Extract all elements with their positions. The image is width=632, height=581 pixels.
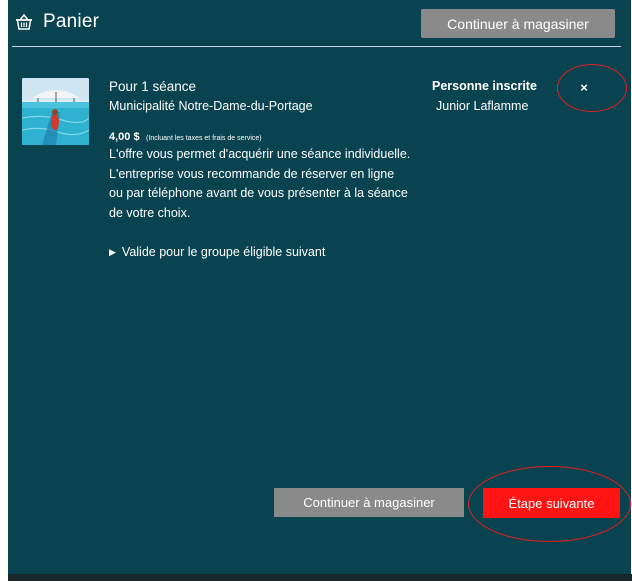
price-amount: 4,00 $: [109, 131, 140, 143]
page-title: Panier: [43, 11, 100, 32]
offer-thumbnail: [22, 78, 89, 145]
price-note: (Incluant les taxes et frais de service): [146, 135, 262, 142]
remove-item-button[interactable]: ×: [576, 80, 592, 96]
header-divider: [12, 46, 621, 47]
bottom-strip: [8, 574, 632, 581]
registrant-label: Personne inscrite: [432, 79, 537, 93]
registrant-name: Junior Laflamme: [436, 99, 529, 113]
offer-description: L'offre vous permet d'acquérir une séanc…: [109, 147, 411, 220]
eligible-group-label: Valide pour le groupe éligible suivant: [121, 245, 326, 259]
eligible-group-toggle[interactable]: ▶ Valide pour le groupe éligible suivant: [109, 245, 325, 259]
offer-title: Pour 1 séance: [109, 79, 197, 94]
continue-shopping-button-top[interactable]: Continuer à magasiner: [421, 9, 615, 38]
next-step-button[interactable]: Étape suivante: [483, 488, 620, 518]
basket-icon: [16, 13, 32, 30]
price-line: 4,00 $ (Incluant les taxes et frais de s…: [109, 127, 262, 145]
continue-shopping-button-bottom[interactable]: Continuer à magasiner: [274, 488, 464, 517]
pool-image: [22, 78, 89, 145]
cart-header: Panier: [14, 11, 99, 33]
triangle-right-icon: ▶: [109, 246, 116, 257]
municipality-name: Municipalité Notre-Dame-du-Portage: [109, 99, 313, 113]
